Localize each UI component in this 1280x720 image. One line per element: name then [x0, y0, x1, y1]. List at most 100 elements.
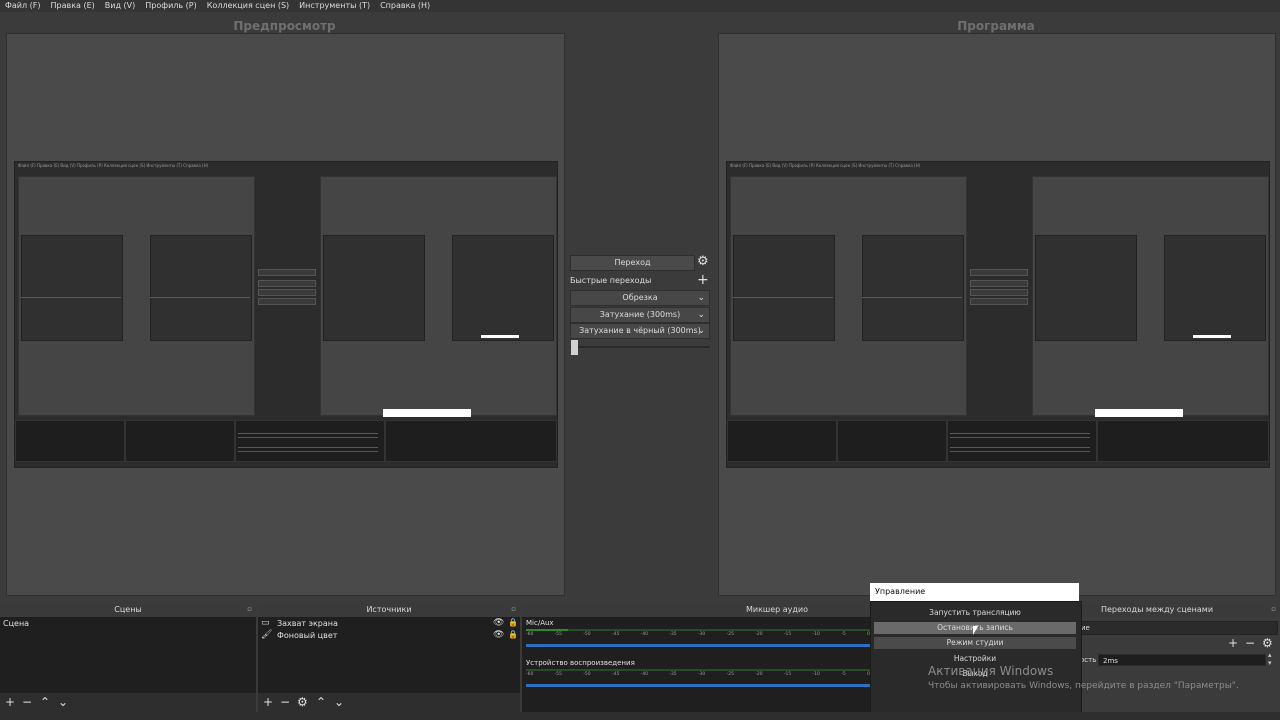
quick-transition-cut[interactable]: Обрезка ⌄: [570, 290, 710, 306]
nested-green-line: [862, 297, 962, 298]
nested-meter: [238, 451, 378, 452]
remove-icon[interactable]: −: [22, 695, 32, 709]
add-icon[interactable]: +: [1228, 636, 1238, 650]
nested-transition-button: [258, 269, 316, 276]
spin-down-icon[interactable]: ▾: [1268, 659, 1272, 667]
nested-controls-dock: [385, 420, 557, 462]
transition-select[interactable]: ие: [1080, 621, 1278, 635]
start-streaming-item[interactable]: Запустить трансляцию: [874, 607, 1076, 619]
scenes-list: Сцена: [0, 617, 256, 693]
nested-deep-program: [452, 235, 554, 341]
sources-list: ▭ Захват экрана 👁 🔒 🖌 Фоновый цвет 👁 🔒: [258, 617, 520, 693]
gear-icon[interactable]: ⚙: [1262, 636, 1273, 650]
context-menu: Запустить трансляцию Остановить запись Р…: [870, 601, 1082, 714]
tbar-track[interactable]: [570, 346, 710, 348]
nested-tooltip: [1095, 409, 1183, 417]
volume-meter-bg: [526, 629, 870, 631]
quick-transition-label: Обрезка: [622, 293, 658, 302]
transition-button[interactable]: Переход: [570, 255, 695, 271]
source-item[interactable]: ▭ Захват экрана 👁 🔒: [261, 618, 518, 631]
program-canvas: Файл (F) Правка (E) Вид (V) Профиль (P) …: [718, 33, 1276, 596]
scenes-toolbar: + − ⌃ ⌄: [0, 693, 256, 712]
nested-meter: [238, 433, 378, 434]
nested-menu-bar: Файл (F) Правка (E) Вид (V) Профиль (P) …: [727, 162, 1269, 169]
tbar-handle[interactable]: [571, 340, 578, 355]
quick-transition-fade-black[interactable]: Затухание в чёрный (300ms) ⌄: [570, 323, 710, 339]
status-bar: [0, 712, 1280, 720]
meter-ticks: -60 -55 -50 -45 -40 -35 -30 -25 -20 -15 -10 -5 0: [526, 672, 870, 677]
scenes-dock: Сцены ▫ Сцена + − ⌃ ⌄: [0, 603, 256, 712]
activation-title: Активация Windows: [928, 664, 1054, 678]
add-icon[interactable]: +: [697, 272, 709, 288]
menu-tools[interactable]: Инструменты (T): [294, 0, 375, 12]
add-icon[interactable]: +: [263, 695, 273, 709]
duration-input[interactable]: 2ms: [1098, 654, 1266, 666]
quick-transition-label: Затухание в чёрный (300ms): [579, 326, 701, 335]
studio-mode-item[interactable]: Режим студии: [874, 637, 1076, 649]
source-item[interactable]: 🖌 Фоновый цвет 👁 🔒: [261, 630, 518, 643]
nested-transition-button: [970, 269, 1028, 276]
quick-transition-fade[interactable]: Затухание (300ms) ⌄: [570, 307, 710, 323]
remove-icon[interactable]: −: [280, 695, 290, 709]
nested-sources-dock: [837, 420, 947, 462]
dock-float-icon[interactable]: ▫: [1271, 605, 1276, 613]
nested-transition-select: [258, 289, 316, 296]
nested-preview: [730, 176, 967, 416]
gear-icon[interactable]: ⚙: [697, 254, 709, 269]
volume-slider[interactable]: [526, 684, 870, 687]
move-up-icon[interactable]: ⌃: [316, 695, 326, 709]
monitor-icon: ▭: [261, 618, 270, 628]
nested-deep-program: [1164, 235, 1266, 341]
eye-icon[interactable]: 👁: [493, 618, 504, 628]
remove-icon[interactable]: −: [1245, 636, 1255, 650]
gear-icon[interactable]: ⚙: [297, 695, 308, 709]
preview-title: Предпросмотр: [233, 19, 336, 33]
volume-meter-bg: [526, 669, 870, 671]
channel-name: Устройство воспроизведения: [526, 659, 635, 667]
nested-meter: [238, 447, 378, 448]
nested-white-box: [1193, 335, 1231, 338]
nested-white-box: [481, 335, 519, 338]
meter-ticks: -60 -55 -50 -45 -40 -35 -30 -25 -20 -15 -10 -5 0: [526, 632, 870, 637]
move-up-icon[interactable]: ⌃: [40, 695, 50, 709]
dock-float-icon[interactable]: ▫: [511, 605, 516, 613]
lock-icon[interactable]: 🔒: [508, 618, 518, 627]
volume-slider[interactable]: [526, 644, 870, 647]
menu-profile[interactable]: Профиль (P): [140, 0, 201, 12]
spin-up-icon[interactable]: ▴: [1268, 651, 1272, 659]
nested-screen-preview: Файл (F) Правка (E) Вид (V) Профиль (P) …: [14, 161, 558, 468]
source-label: Захват экрана: [277, 619, 338, 628]
volume-meter-level: [526, 629, 568, 631]
dock-float-icon[interactable]: ▫: [247, 605, 252, 613]
nested-deep-preview: [21, 235, 123, 341]
nested-green-line: [21, 297, 121, 298]
nested-transition-select: [970, 289, 1028, 296]
nested-controls-dock: [1097, 420, 1269, 462]
menu-file[interactable]: Файл (F): [0, 0, 46, 12]
nested-deep-preview: [323, 235, 425, 341]
menu-scene-collection[interactable]: Коллекция сцен (S): [202, 0, 294, 12]
chevron-down-icon: ⌄: [697, 310, 705, 320]
nested-meter: [950, 433, 1090, 434]
source-label: Фоновый цвет: [277, 631, 338, 640]
add-icon[interactable]: +: [5, 695, 15, 709]
menu-view[interactable]: Вид (V): [100, 0, 140, 12]
nested-transition-select: [970, 298, 1028, 305]
menu-bar: Файл (F) Правка (E) Вид (V) Профиль (P) Колл…: [0, 0, 1280, 12]
nested-deep-program: [862, 235, 964, 341]
nested-screen-program: Файл (F) Правка (E) Вид (V) Профиль (P) …: [726, 161, 1270, 468]
nested-meter: [238, 437, 378, 438]
eye-icon[interactable]: 👁: [493, 630, 504, 640]
lock-icon[interactable]: 🔒: [508, 630, 518, 639]
move-down-icon[interactable]: ⌄: [334, 695, 344, 709]
menu-help[interactable]: Справка (H): [375, 0, 435, 12]
chevron-down-icon: ⌄: [697, 326, 705, 336]
move-down-icon[interactable]: ⌄: [58, 695, 68, 709]
nested-transition-select: [258, 280, 316, 287]
menu-edit[interactable]: Правка (E): [46, 0, 100, 12]
scene-item[interactable]: Сцена: [3, 619, 29, 628]
duration-label: ость: [1080, 656, 1097, 664]
nested-meter: [950, 451, 1090, 452]
quick-transition-label: Затухание (300ms): [599, 310, 681, 319]
preview-canvas[interactable]: Файл (F) Правка (E) Вид (V) Профиль (P) …: [6, 33, 565, 596]
